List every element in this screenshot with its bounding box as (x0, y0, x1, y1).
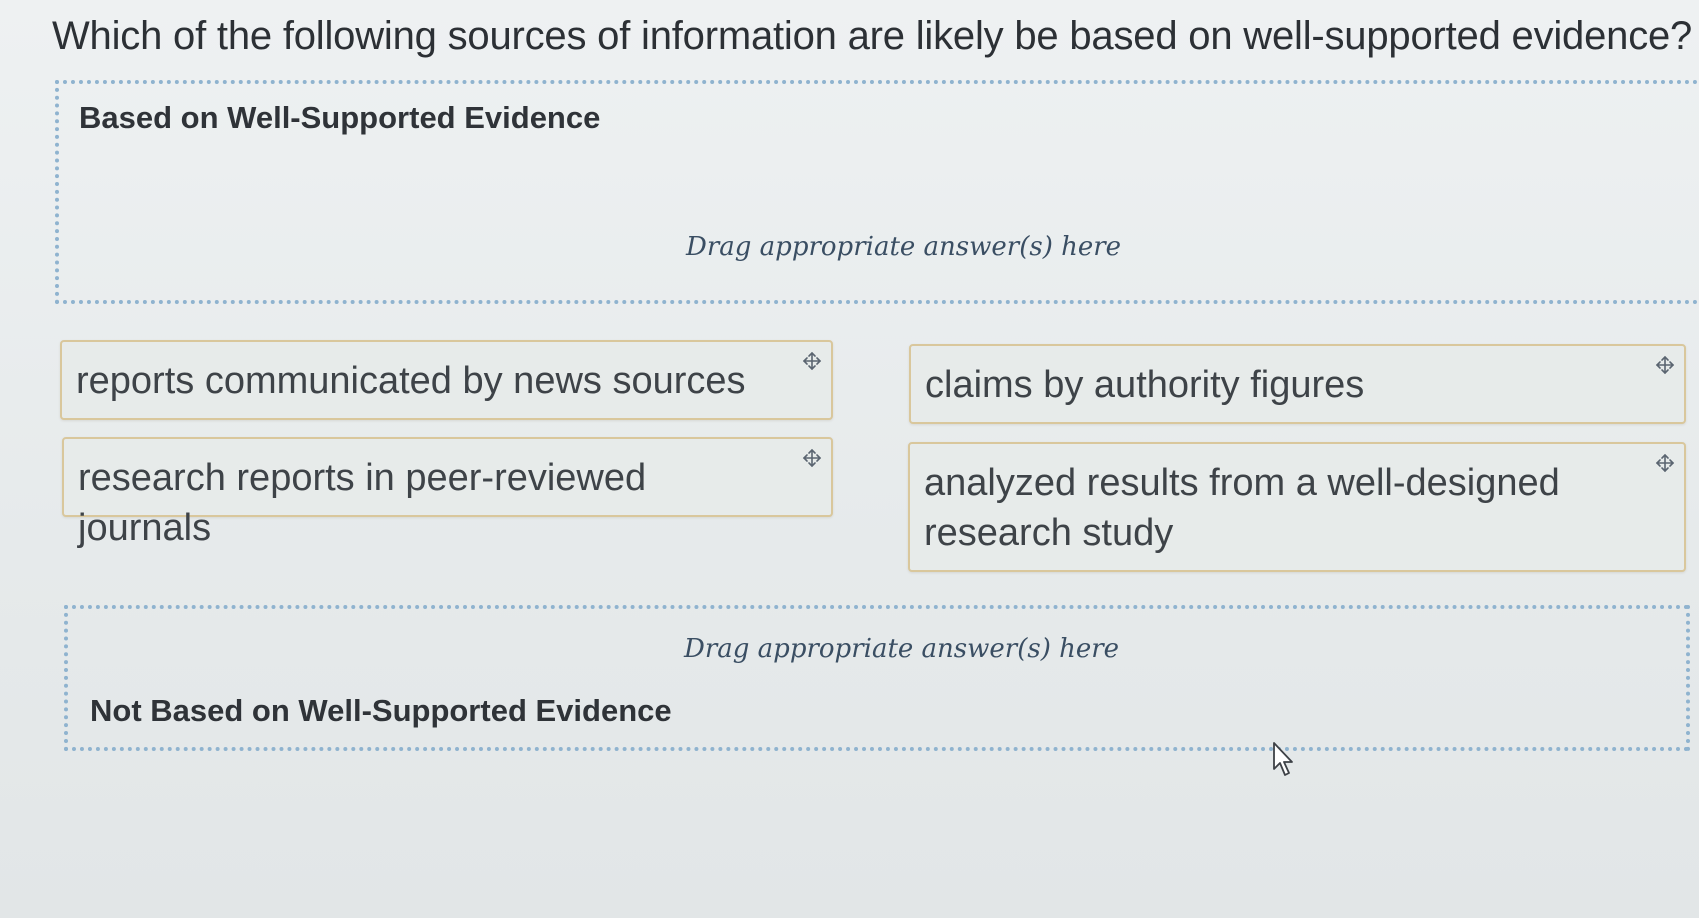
move-icon[interactable] (1654, 452, 1676, 474)
page: Which of the following sources of inform… (0, 0, 1699, 918)
answer-card-label: claims by authority figures (925, 364, 1365, 406)
answer-card-label: research reports in peer-reviewed journa… (78, 457, 647, 549)
answer-card-label: analyzed results from a well-designed re… (924, 462, 1560, 554)
answer-card-research-study[interactable]: analyzed results from a well-designed re… (908, 442, 1686, 572)
move-icon[interactable] (801, 350, 823, 372)
drop-zone-title: Not Based on Well-Supported Evidence (90, 693, 672, 728)
answer-card-news-sources[interactable]: reports communicated by news sources (60, 340, 833, 420)
drop-zone-well-supported[interactable]: Based on Well-Supported Evidence Drag ap… (55, 80, 1699, 304)
drop-hint: Drag appropriate answer(s) here (686, 232, 1122, 262)
question-text: Which of the following sources of inform… (52, 14, 1693, 58)
answer-card-authority-figures[interactable]: claims by authority figures (909, 344, 1686, 424)
drop-zone-title: Based on Well-Supported Evidence (79, 100, 601, 135)
move-icon[interactable] (801, 447, 823, 469)
drop-zone-not-well-supported[interactable]: Drag appropriate answer(s) here Not Base… (64, 605, 1690, 751)
drop-hint: Drag appropriate answer(s) here (684, 634, 1120, 664)
mouse-cursor-icon (1273, 742, 1293, 776)
answer-card-label: reports communicated by news sources (76, 360, 746, 402)
move-icon[interactable] (1654, 354, 1676, 376)
answer-card-peer-reviewed[interactable]: research reports in peer-reviewed journa… (62, 437, 833, 549)
